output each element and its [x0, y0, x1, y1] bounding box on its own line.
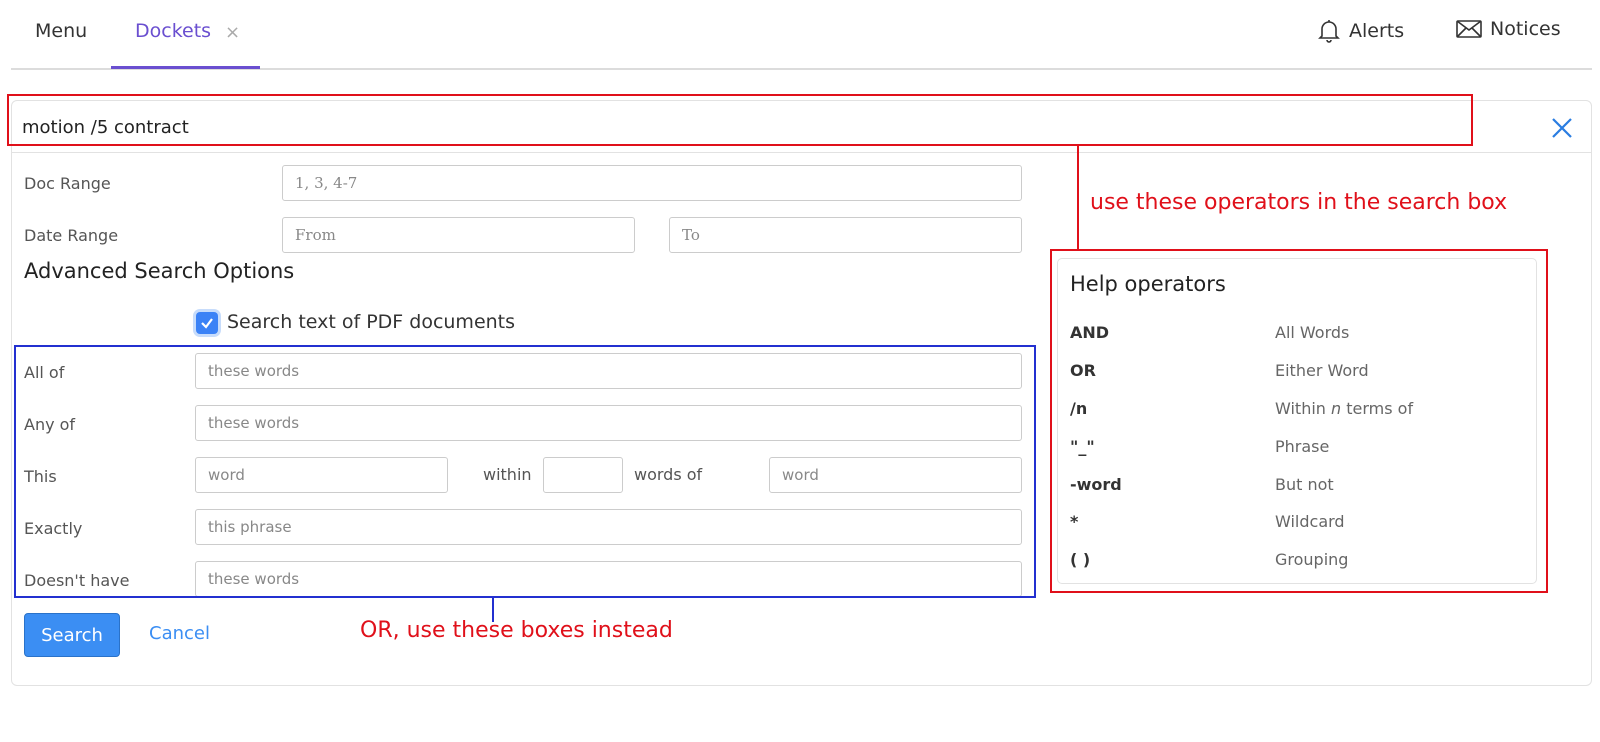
date-to-input[interactable]	[669, 217, 1022, 253]
close-tab-icon[interactable]: ×	[225, 22, 240, 43]
annotation-connector	[1077, 146, 1079, 250]
cancel-button[interactable]: Cancel	[149, 623, 210, 644]
advanced-options-title: Advanced Search Options	[24, 259, 295, 283]
pdf-search-checkbox[interactable]	[196, 312, 218, 334]
pdf-search-label[interactable]: Search text of PDF documents	[227, 311, 515, 333]
envelope-icon	[1456, 20, 1482, 38]
tab-dockets[interactable]: Dockets	[135, 20, 211, 42]
notices-label: Notices	[1490, 18, 1561, 40]
doc-range-input[interactable]	[282, 165, 1022, 201]
advanced-fields-highlight	[14, 345, 1036, 598]
checkmark-icon	[201, 318, 213, 329]
alerts-label: Alerts	[1349, 20, 1405, 42]
doc-range-label: Doc Range	[24, 174, 111, 193]
close-icon[interactable]	[1549, 115, 1575, 141]
active-tab-indicator	[111, 66, 260, 69]
search-box-highlight	[7, 94, 1473, 146]
help-card-highlight	[1050, 249, 1548, 593]
date-range-label: Date Range	[24, 226, 119, 245]
notices-link[interactable]: Notices	[1456, 18, 1561, 40]
top-nav: Menu Dockets × Alerts Notices	[11, 0, 1592, 70]
search-button[interactable]: Search	[24, 613, 120, 657]
boxes-annotation: OR, use these boxes instead	[360, 618, 673, 643]
alerts-link[interactable]: Alerts	[1317, 18, 1404, 44]
date-from-input[interactable]	[282, 217, 635, 253]
tab-menu[interactable]: Menu	[35, 20, 87, 42]
bell-icon	[1318, 20, 1340, 43]
operators-annotation: use these operators in the search box	[1090, 190, 1508, 215]
